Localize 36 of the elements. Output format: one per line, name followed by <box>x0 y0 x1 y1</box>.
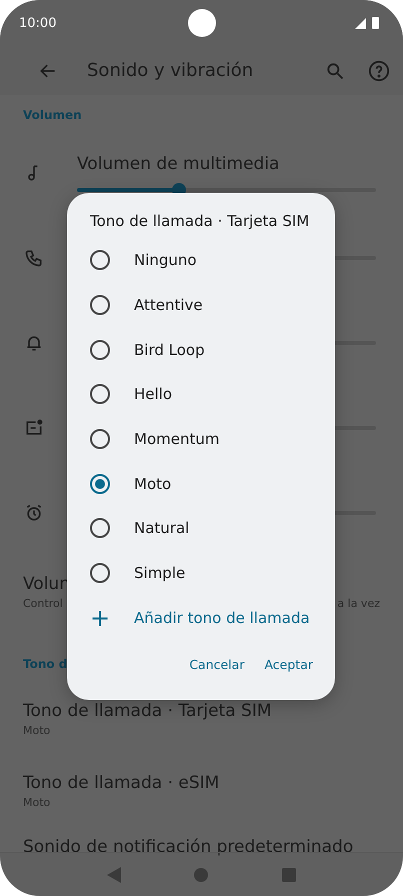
section-header: Tono d <box>23 657 68 671</box>
setting-summary: Control <box>23 597 63 610</box>
ringtone-option[interactable]: Momentum <box>90 416 335 462</box>
dialog-button[interactable]: Aceptar <box>264 653 313 676</box>
ringtone-option[interactable]: Natural <box>90 506 335 551</box>
help-icon <box>368 60 390 82</box>
add-ringtone-option[interactable]: + Añadir tono de llamada <box>90 596 335 640</box>
ringtone-option[interactable]: Ninguno <box>90 238 335 283</box>
radio-button[interactable] <box>90 250 110 270</box>
radio-button[interactable] <box>90 384 110 404</box>
screen-title: Sonido y vibración <box>87 60 254 81</box>
ringtone-option[interactable]: Moto <box>90 461 335 506</box>
status-icons <box>355 17 381 29</box>
radio-button[interactable] <box>90 474 110 494</box>
setting-summary: Moto <box>23 796 50 809</box>
dialog-title: Tono de llamada · Tarjeta SIM <box>90 212 310 232</box>
help-button[interactable] <box>367 58 391 82</box>
radio-button[interactable] <box>90 340 110 360</box>
camera-cutout <box>188 9 216 37</box>
radio-button[interactable] <box>90 429 110 450</box>
radio-button[interactable] <box>90 518 110 538</box>
alarm-clock-icon <box>24 502 44 522</box>
section-header: Volumen <box>23 108 82 122</box>
radio-button[interactable] <box>90 563 110 584</box>
ringtone-option[interactable]: Bird Loop <box>90 327 335 372</box>
search-icon <box>325 60 345 80</box>
setting-summary: Moto <box>23 724 50 737</box>
dialog-button[interactable]: Cancelar <box>189 653 244 676</box>
ringtone-option[interactable]: Hello <box>90 372 335 417</box>
notification-icon <box>24 418 44 438</box>
slider-title: Volumen de multimedia <box>77 154 280 174</box>
radio-button[interactable] <box>90 295 110 316</box>
phone-icon <box>24 248 44 268</box>
ringtone-option[interactable]: Simple <box>90 550 335 596</box>
status-time: 10:00 <box>19 16 56 30</box>
ringtone-option[interactable]: Attentive <box>90 282 335 328</box>
